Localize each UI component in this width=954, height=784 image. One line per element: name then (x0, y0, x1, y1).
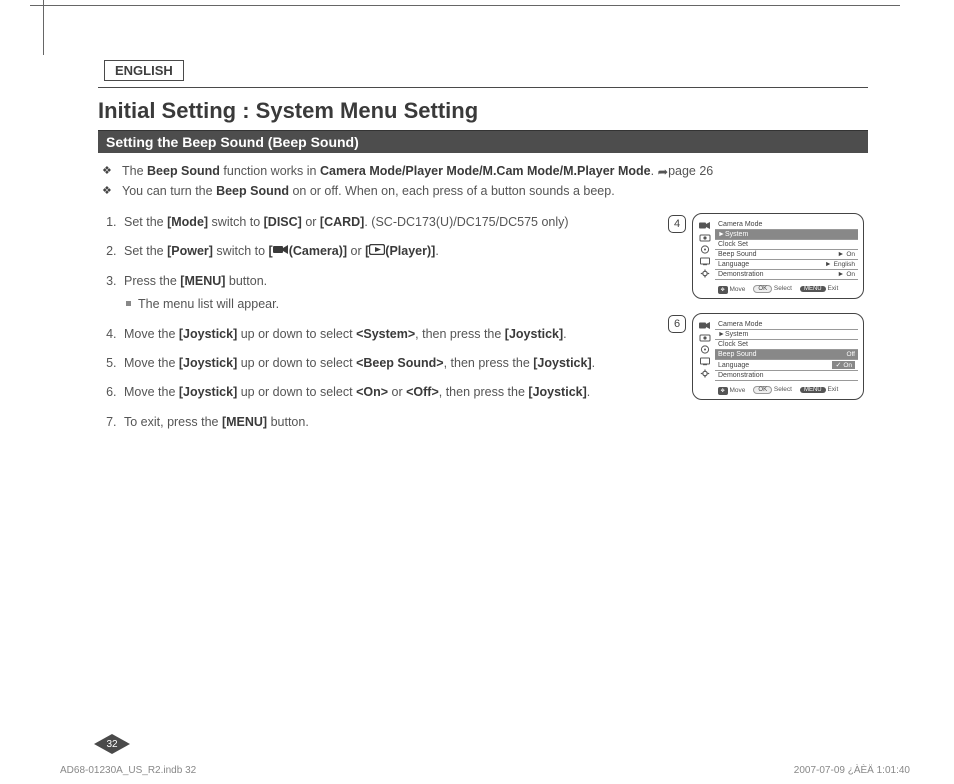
screen-4-row-demo: Demonstration►On (715, 269, 858, 280)
menu-pill: MENU (800, 387, 826, 393)
page-content: ENGLISH Initial Setting : System Menu Se… (98, 60, 868, 442)
screen-icon (699, 356, 711, 366)
screen-4-row-lang: Language►English (715, 259, 858, 269)
step-3: Press the [MENU] button. The menu list w… (120, 272, 654, 315)
divider (98, 87, 868, 88)
trim-left (43, 0, 44, 55)
language-tab: ENGLISH (104, 60, 184, 81)
screen-4-icon-column (698, 220, 712, 280)
footer-left: AD68-01230A_US_R2.indb 32 (60, 765, 196, 776)
screen-6-title: Camera Mode (715, 320, 858, 329)
figure-4-badge: 4 (668, 215, 686, 233)
step-1: Set the [Mode] switch to [DISC] or [CARD… (120, 213, 654, 232)
screen-6-footer: ✥ Move OK Select MENU Exit (698, 386, 858, 395)
ok-pill: OK (753, 386, 772, 394)
page-title: Initial Setting : System Menu Setting (98, 98, 868, 124)
figure-6-badge: 6 (668, 315, 686, 333)
figure-6: 6 Camera Mode ►System Cl (668, 313, 868, 400)
camcorder-icon (699, 220, 711, 230)
figures-column: 4 Camera Mode ►System Cl (668, 213, 868, 414)
joystick-icon: ✥ (718, 387, 728, 395)
bullet-1: The Beep Sound function works in Camera … (120, 161, 868, 181)
step-5: Move the [Joystick] up or down to select… (120, 354, 654, 373)
screen-icon (699, 256, 711, 266)
page-number-badge: 32 (94, 734, 130, 754)
screen-4-row-clock: Clock Set (715, 239, 858, 249)
figure-4: 4 Camera Mode ►System Cl (668, 213, 868, 299)
gear-icon (699, 368, 711, 378)
ok-pill: OK (753, 285, 772, 293)
step-list: Set the [Mode] switch to [DISC] or [CARD… (102, 213, 654, 432)
section-heading: Setting the Beep Sound (Beep Sound) (98, 130, 868, 153)
joystick-icon: ✥ (718, 286, 728, 294)
screen-4-footer: ✥ Move OK Select MENU Exit (698, 285, 858, 294)
screen-6-row-demo: Demonstration (715, 370, 858, 381)
disc-icon (699, 244, 711, 254)
step-2: Set the [Power] switch to [(Camera)] or … (120, 242, 654, 261)
screen-6-icon-column (698, 320, 712, 381)
bullet-2: You can turn the Beep Sound on or off. W… (120, 181, 868, 201)
gear-icon (699, 268, 711, 278)
print-footer: AD68-01230A_US_R2.indb 32 2007-07-09 ¿ÀÈ… (60, 765, 910, 776)
camera-icon (273, 242, 289, 261)
camera-small-icon (699, 232, 711, 242)
camcorder-icon (699, 320, 711, 330)
intro-bullets: The Beep Sound function works in Camera … (120, 161, 868, 201)
screen-6-row-clock: Clock Set (715, 339, 858, 349)
step-6: Move the [Joystick] up or down to select… (120, 383, 654, 402)
step-4: Move the [Joystick] up or down to select… (120, 325, 654, 344)
screen-6-row-beep: Beep SoundOff (715, 349, 858, 359)
player-icon (369, 242, 385, 261)
screen-4-row-system: ►System (715, 229, 858, 239)
screen-4-row-beep: Beep Sound►On (715, 249, 858, 259)
menu-pill: MENU (800, 286, 826, 292)
screen-4-title: Camera Mode (715, 220, 858, 229)
disc-icon (699, 344, 711, 354)
page-ref-arrow-icon: ➦ (658, 162, 668, 182)
footer-right: 2007-07-09 ¿ÀÈÄ 1:01:40 (794, 765, 910, 776)
steps-column: Set the [Mode] switch to [DISC] or [CARD… (98, 213, 654, 442)
screen-6: Camera Mode ►System Clock Set Beep Sound… (692, 313, 864, 400)
camera-small-icon (699, 332, 711, 342)
screen-4: Camera Mode ►System Clock Set Beep Sound… (692, 213, 864, 299)
step-3-sub: The menu list will appear. (124, 295, 654, 314)
screen-6-row-system: ►System (715, 329, 858, 339)
step-7: To exit, press the [MENU] button. (120, 413, 654, 432)
trim-top (30, 5, 900, 6)
screen-6-row-lang: Language✓On (715, 359, 858, 370)
